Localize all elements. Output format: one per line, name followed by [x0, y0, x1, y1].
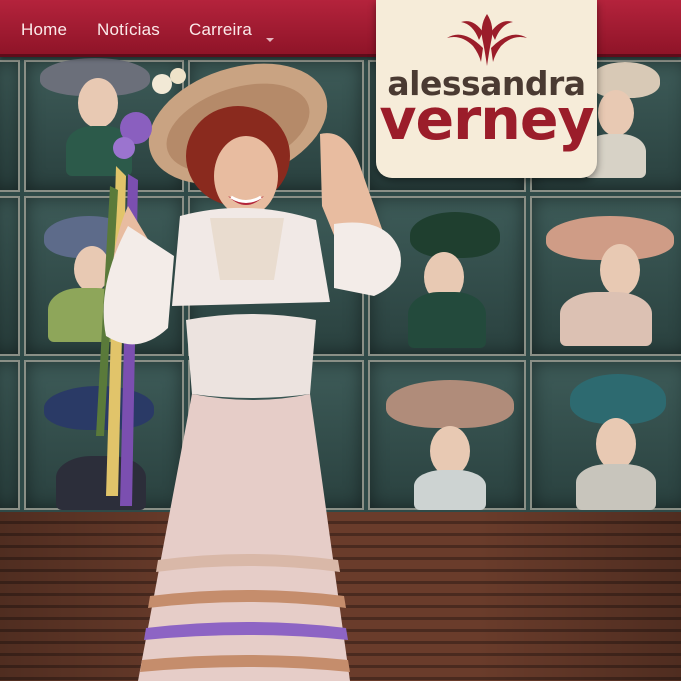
performer-figure [96, 63, 401, 681]
portrait-face [600, 244, 640, 296]
chevron-down-icon[interactable] [266, 38, 274, 42]
portrait-body [408, 292, 486, 348]
nav-carreira-link[interactable]: Carreira [189, 20, 252, 40]
nav-noticias-link[interactable]: Notícias [97, 20, 160, 40]
portrait-face [598, 90, 634, 136]
backdrop-panel [0, 360, 20, 510]
nav-home-link[interactable]: Home [21, 20, 67, 40]
portrait-body [576, 464, 656, 510]
fleur-de-lis-icon [447, 14, 527, 66]
backdrop-panel [0, 60, 20, 192]
portrait-face [596, 418, 636, 470]
backdrop-panel [0, 196, 20, 356]
portrait-face [430, 426, 470, 476]
site-logo[interactable]: alessandra verney [376, 0, 597, 178]
logo-text-last: verney [379, 87, 594, 153]
portrait-hat [570, 374, 666, 424]
portrait-body [414, 470, 486, 510]
portrait-body [560, 292, 652, 346]
portrait-hat [410, 212, 500, 258]
